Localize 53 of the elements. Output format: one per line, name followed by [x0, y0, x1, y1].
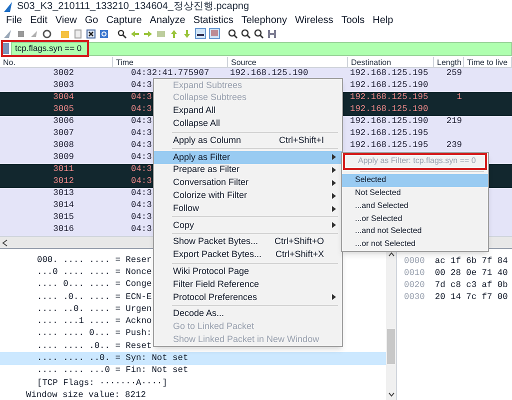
table-cell-text: 04:3 — [131, 79, 152, 92]
table-cell-text: 3012 — [53, 175, 74, 188]
shortcut-text: Ctrl+Shift+X — [275, 248, 324, 262]
hex-bytes: ac 1f 6b 7f 84 — [434, 255, 508, 268]
table-cell-text: 3013 — [53, 187, 74, 200]
shortcut-text: Ctrl+Shift+I — [278, 134, 324, 147]
table-cell-text: 192.168.125.190 — [350, 115, 428, 128]
table-cell-text: 239 — [446, 139, 462, 152]
table-cell-text: 3011 — [53, 163, 74, 176]
table-cell-text: 192.168.125.190 — [350, 79, 428, 92]
table-cell-text: 04:3 — [131, 163, 152, 176]
table-cell-text: 192.168.125.195 — [350, 91, 428, 104]
hex-bytes: 7d c8 c3 af 0b — [434, 279, 508, 292]
table-cell-text: 192.168.125.195 — [350, 127, 428, 140]
table-cell-text: 04:32:41.775907 — [131, 67, 210, 80]
table-cell-text: 3003 — [53, 79, 74, 92]
table-cell-text: 3004 — [53, 91, 74, 104]
table-cell-text: 3009 — [53, 151, 74, 164]
table-cell-text: 04:3 — [131, 127, 152, 140]
table-cell-text: 3005 — [53, 103, 74, 116]
table-cell-text: 1 — [456, 91, 462, 104]
table-cell-text: 3007 — [53, 127, 74, 140]
window-title: S03_K3_210111_133210_134604_정상진행.pcapng — [17, 0, 250, 14]
byte-offset: 0020 — [404, 279, 425, 292]
hex-bytes: 00 28 0e 71 40 — [434, 267, 508, 280]
table-cell-text: 04:3 — [131, 187, 152, 200]
table-cell-text: 192.168.125.195 — [350, 139, 428, 152]
table-cell-text: 04:3 — [131, 211, 152, 224]
table-cell-text: 3006 — [53, 115, 74, 128]
byte-offset: 0030 — [404, 291, 425, 304]
table-cell-text: 04:3 — [131, 223, 152, 236]
table-cell-text: 3016 — [53, 223, 74, 236]
filter-text: tcp.flags.syn == 0 — [15, 42, 82, 55]
hex-bytes: 20 14 7c f7 00 — [434, 291, 508, 304]
table-cell-text: 04:3 — [131, 115, 152, 128]
table-cell-text: 04:3 — [131, 139, 152, 152]
table-cell-text: 04:3 — [131, 175, 152, 188]
shortcut-text: Ctrl+Shift+O — [274, 235, 324, 248]
table-cell-text: 3002 — [53, 67, 74, 80]
table-cell-text: 3014 — [53, 199, 74, 212]
table-cell-text: 04:3 — [131, 91, 152, 104]
byte-offset: 0010 — [404, 267, 425, 280]
table-cell-text: 192.168.125.190 — [230, 67, 308, 80]
table-cell-text: 04:3 — [131, 103, 152, 116]
table-cell-text: 192.168.125.190 — [350, 103, 428, 116]
table-cell-text: 3008 — [53, 139, 74, 152]
table-cell-text: 04:3 — [131, 151, 152, 164]
table-cell-text: 04:3 — [131, 199, 152, 212]
table-cell-text: 3015 — [53, 211, 74, 224]
table-cell-text: 219 — [446, 115, 462, 128]
table-cell-text: 259 — [446, 67, 462, 80]
byte-offset: 0000 — [404, 255, 425, 268]
table-cell-text: 192.168.125.195 — [350, 67, 428, 80]
